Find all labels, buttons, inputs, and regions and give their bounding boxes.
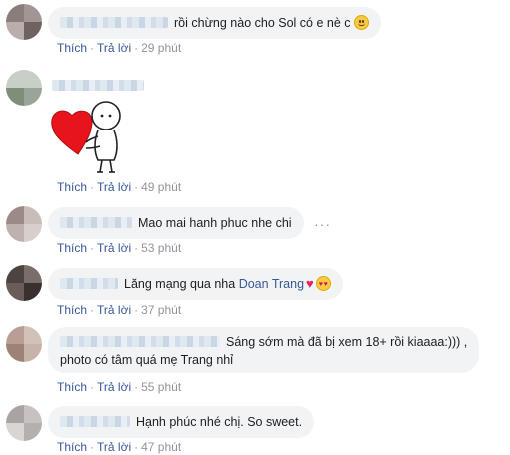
- author-name-blurred[interactable]: [60, 336, 220, 347]
- separator-dot: ·: [90, 241, 95, 255]
- avatar[interactable]: [6, 70, 42, 106]
- more-options-icon[interactable]: ···: [314, 217, 331, 231]
- comment-time[interactable]: 29 phút: [141, 41, 181, 55]
- like-link[interactable]: Thích: [57, 440, 87, 454]
- comment-actions: Thích · Trả lời · 49 phút: [57, 180, 181, 194]
- like-link[interactable]: Thích: [57, 380, 87, 394]
- reply-link[interactable]: Trả lời: [97, 303, 131, 317]
- comment-text-line2: photo có tâm quá mẹ Trang nhỉ: [60, 353, 234, 367]
- reply-link[interactable]: Trả lời: [97, 440, 131, 454]
- separator-dot: ·: [90, 41, 95, 55]
- like-link[interactable]: Thích: [57, 303, 87, 317]
- comment-actions: Thích · Trả lời · 53 phút: [57, 241, 181, 255]
- reply-link[interactable]: Trả lời: [97, 380, 131, 394]
- slightly-smiling-face-icon: [353, 15, 369, 30]
- comment-text-line1: Sáng sớm mà đã bị xem 18+ rồi kiaaaa:)))…: [226, 335, 468, 349]
- separator-dot: ·: [90, 303, 95, 317]
- separator-dot: ·: [134, 241, 139, 255]
- comment-bubble: Lăng mạng qua nha Doan Trang ♥: [48, 268, 343, 300]
- comment-time[interactable]: 55 phút: [141, 380, 181, 394]
- comment-bubble: Sáng sớm mà đã bị xem 18+ rồi kiaaaa:)))…: [48, 327, 480, 373]
- heart-hug-sticker: [51, 101, 121, 173]
- author-name-blurred[interactable]: [60, 17, 168, 28]
- like-link[interactable]: Thích: [57, 180, 87, 194]
- comment-actions: Thích · Trả lời · 47 phút: [57, 440, 181, 454]
- comment-bubble: Hạnh phúc nhé chị. So sweet.: [48, 406, 315, 438]
- separator-dot: ·: [90, 180, 95, 194]
- avatar[interactable]: [6, 405, 42, 441]
- separator-dot: ·: [134, 303, 139, 317]
- author-name-blurred[interactable]: [60, 416, 130, 427]
- avatar[interactable]: [6, 265, 42, 301]
- author-name-blurred[interactable]: [60, 217, 132, 228]
- avatar[interactable]: [6, 4, 42, 40]
- comment-actions: Thích · Trả lời · 29 phút: [57, 41, 181, 55]
- separator-dot: ·: [90, 380, 95, 394]
- separator-dot: ·: [134, 41, 139, 55]
- comment-text: Hạnh phúc nhé chị. So sweet.: [136, 415, 303, 429]
- mention-link[interactable]: Doan Trang: [239, 277, 304, 291]
- reply-link[interactable]: Trả lời: [97, 180, 131, 194]
- comment-text: rồi chừng nào cho Sol có e nè c: [174, 16, 351, 30]
- heart-eyes-icon: [315, 276, 331, 293]
- separator-dot: ·: [134, 380, 139, 394]
- comment-bubble: rồi chừng nào cho Sol có e nè c: [48, 7, 381, 39]
- avatar[interactable]: [6, 326, 42, 362]
- comment-time[interactable]: 49 phút: [141, 180, 181, 194]
- comment-actions: Thích · Trả lời · 55 phút: [57, 380, 181, 394]
- comment-text: Mao mai hanh phuc nhe chi: [138, 216, 292, 230]
- comment-text: Lăng mạng qua nha: [124, 277, 236, 291]
- separator-dot: ·: [90, 440, 95, 454]
- comment-time[interactable]: 53 phút: [141, 241, 181, 255]
- comment-bubble: Mao mai hanh phuc nhe chi: [48, 207, 304, 239]
- like-link[interactable]: Thích: [57, 41, 87, 55]
- comment-actions: Thích · Trả lời · 37 phút: [57, 303, 181, 317]
- heart-icon: ♥: [306, 276, 314, 291]
- avatar[interactable]: [6, 206, 42, 242]
- reply-link[interactable]: Trả lời: [97, 41, 131, 55]
- reply-link[interactable]: Trả lời: [97, 241, 131, 255]
- author-name-blurred[interactable]: [52, 80, 144, 91]
- comment-time[interactable]: 37 phút: [141, 303, 181, 317]
- comment-time[interactable]: 47 phút: [141, 440, 181, 454]
- separator-dot: ·: [134, 180, 139, 194]
- separator-dot: ·: [134, 440, 139, 454]
- like-link[interactable]: Thích: [57, 241, 87, 255]
- author-name-blurred[interactable]: [60, 278, 118, 289]
